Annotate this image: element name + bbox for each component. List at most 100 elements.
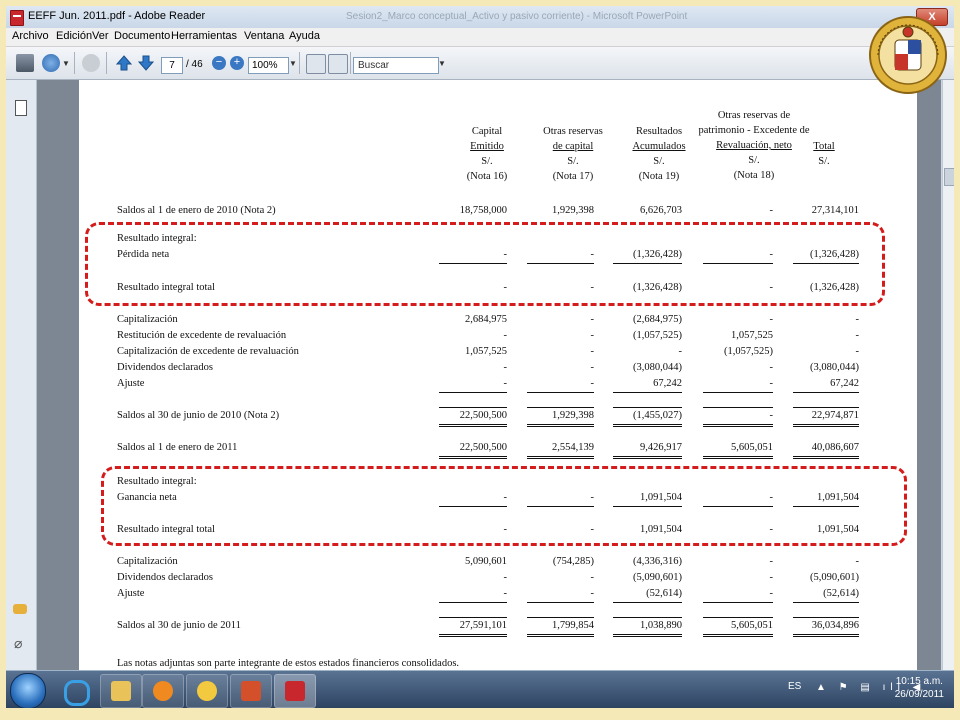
- pages-panel-icon[interactable]: [15, 100, 27, 116]
- subtotal-rule: [439, 392, 507, 393]
- total-double-rule: [439, 424, 507, 427]
- table-cell: 9,426,917: [640, 442, 682, 453]
- start-button[interactable]: [10, 673, 46, 708]
- table-cell: (1,057,525): [633, 330, 682, 341]
- table-cell: (5,090,601): [633, 572, 682, 583]
- university-seal-logo: [869, 16, 947, 94]
- chevron-down-icon[interactable]: ▼: [438, 59, 446, 68]
- subtotal-rule: [793, 602, 859, 603]
- total-double-rule: [793, 424, 859, 427]
- fit-width-icon[interactable]: [306, 54, 326, 74]
- page-number-input[interactable]: 7: [161, 57, 183, 74]
- table-cell: -: [590, 314, 595, 325]
- menu-archivo[interactable]: Archivo: [12, 30, 49, 42]
- table-row-label: Saldos al 1 de enero de 2011: [117, 442, 238, 453]
- table-cell: 1,799,854: [552, 620, 594, 631]
- table-cell: (754,285): [552, 556, 594, 567]
- menu-documento[interactable]: Documento: [114, 30, 170, 42]
- table-cell: 2,684,975: [465, 314, 507, 325]
- hand-tool-icon[interactable]: [82, 54, 100, 72]
- taskbar-explorer[interactable]: [100, 674, 142, 708]
- media-player-icon: [153, 681, 173, 701]
- subtotal-rule: [439, 602, 507, 603]
- table-cell: -: [678, 346, 683, 357]
- table-cell: -: [503, 572, 508, 583]
- total-double-rule: [703, 456, 773, 459]
- total-double-rule: [527, 424, 594, 427]
- taskbar-powerpoint[interactable]: [230, 674, 272, 708]
- subtotal-rule: [613, 392, 682, 393]
- table-cell: -: [590, 378, 595, 389]
- table-cell: 67,242: [653, 378, 682, 389]
- subtotal-rule: [439, 407, 507, 408]
- menu-ver[interactable]: Ver: [92, 30, 109, 42]
- total-double-rule: [703, 634, 773, 637]
- toolbar: ▼ 7 / 46 − + 100% ▼ Buscar ▼: [6, 47, 954, 80]
- comments-icon[interactable]: [13, 604, 27, 614]
- table-cell: (3,080,044): [633, 362, 682, 373]
- subtotal-rule: [527, 392, 594, 393]
- subtotal-rule: [793, 392, 859, 393]
- table-row-label: Capitalización: [117, 556, 178, 567]
- taskbar-media-player[interactable]: [142, 674, 184, 708]
- system-clock[interactable]: 10:15 a.m. 26/09/2011: [895, 675, 944, 701]
- language-indicator[interactable]: ES: [788, 681, 801, 692]
- total-double-rule: [793, 456, 859, 459]
- table-cell: -: [855, 346, 860, 357]
- menu-bar: Archivo Edición Ver Documento Herramient…: [6, 28, 954, 47]
- scrollbar-thumb[interactable]: [944, 168, 954, 186]
- previous-page-icon[interactable]: [115, 54, 133, 72]
- menu-edicion[interactable]: Edición: [56, 30, 92, 42]
- total-double-rule: [439, 456, 507, 459]
- table-cell: 1,057,525: [465, 346, 507, 357]
- pdf-page: Capital Emitido S/. (Nota 16) Otras rese…: [79, 80, 917, 670]
- total-double-rule: [613, 634, 682, 637]
- total-double-rule: [527, 634, 594, 637]
- zoom-in-icon[interactable]: +: [230, 56, 244, 70]
- zoom-level-select[interactable]: 100%: [248, 57, 289, 74]
- table-cell: -: [590, 362, 595, 373]
- table-row-label: Capitalización: [117, 314, 178, 325]
- zoom-out-icon[interactable]: −: [212, 56, 226, 70]
- taskbar-adobe-reader[interactable]: [274, 674, 316, 708]
- subtotal-rule: [527, 617, 594, 618]
- fit-page-icon[interactable]: [328, 54, 348, 74]
- vertical-scrollbar[interactable]: [942, 80, 954, 670]
- table-row-label: Dividendos declarados: [117, 362, 213, 373]
- subtotal-rule: [527, 407, 594, 408]
- menu-herramientas[interactable]: Herramientas: [171, 30, 237, 42]
- table-cell: -: [855, 556, 860, 567]
- table-cell: (4,336,316): [633, 556, 682, 567]
- table-cell: (3,080,044): [810, 362, 859, 373]
- subtotal-rule: [439, 617, 507, 618]
- document-view[interactable]: Capital Emitido S/. (Nota 16) Otras rese…: [37, 80, 941, 670]
- table-cell: 5,605,051: [731, 620, 773, 631]
- subtotal-rule: [793, 407, 859, 408]
- chevron-down-icon[interactable]: ▼: [289, 59, 297, 68]
- taskbar-messenger[interactable]: [186, 674, 228, 708]
- subtotal-rule: [703, 392, 773, 393]
- table-cell: -: [855, 330, 860, 341]
- table-row-label: Ajuste: [117, 588, 145, 599]
- table-row-label: Saldos al 1 de enero de 2010 (Nota 2): [117, 205, 276, 216]
- search-input[interactable]: Buscar: [353, 57, 439, 74]
- subtotal-rule: [793, 617, 859, 618]
- menu-ayuda[interactable]: Ayuda: [289, 30, 320, 42]
- title-bar: EEFF Jun. 2011.pdf - Adobe Reader Sesion…: [6, 6, 954, 28]
- taskbar-ie[interactable]: [54, 674, 94, 706]
- table-cell: (1,455,027): [633, 410, 682, 421]
- next-page-icon[interactable]: [137, 54, 155, 72]
- messenger-icon: [197, 681, 217, 701]
- powerpoint-icon: [241, 681, 261, 701]
- chevron-down-icon[interactable]: ▼: [62, 59, 70, 68]
- subtotal-rule: [613, 617, 682, 618]
- navigation-pane: ⌀: [6, 80, 37, 670]
- attachment-icon[interactable]: ⌀: [14, 635, 22, 652]
- window-title: EEFF Jun. 2011.pdf - Adobe Reader: [28, 10, 206, 22]
- table-cell: -: [769, 205, 774, 216]
- menu-ventana[interactable]: Ventana: [244, 30, 284, 42]
- print-icon[interactable]: [16, 54, 34, 72]
- collaborate-icon[interactable]: [42, 54, 60, 72]
- subtotal-rule: [613, 407, 682, 408]
- table-cell: (5,090,601): [810, 572, 859, 583]
